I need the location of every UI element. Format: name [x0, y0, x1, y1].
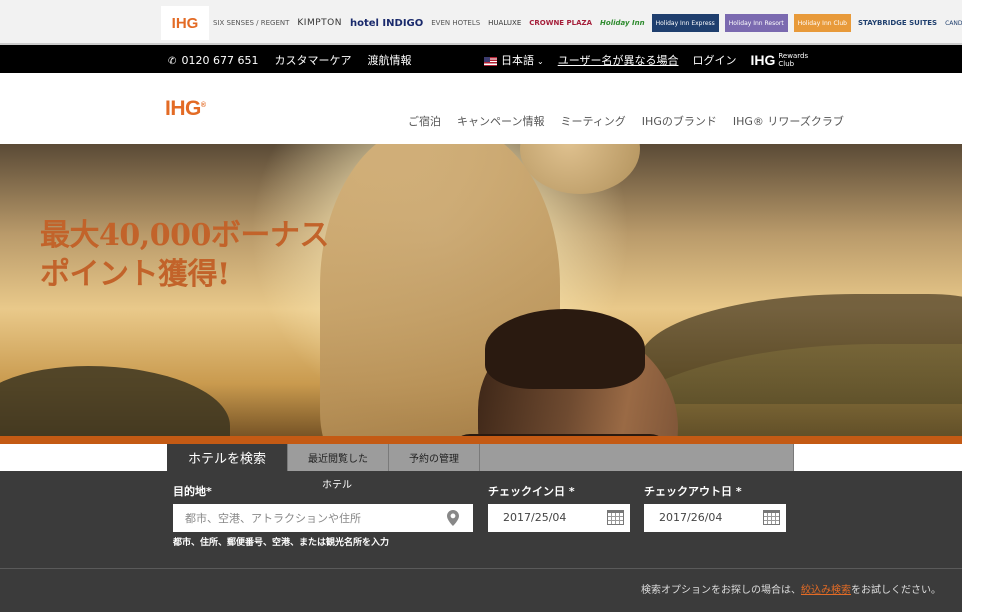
checkout-date-value: 2017/26/04 [659, 511, 723, 524]
nav-stay[interactable]: ご宿泊 [408, 113, 441, 129]
brand-logo-hotel-indigo[interactable]: hotel INDIGO [346, 6, 427, 40]
brand-logo-hualuxe[interactable]: HUALUXE [484, 6, 525, 40]
customer-care-link[interactable]: カスタマーケア [274, 52, 351, 68]
us-flag-icon [484, 56, 497, 66]
brand-logo-even-hotels[interactable]: EVEN HOTELS [427, 6, 484, 40]
nav-brands[interactable]: IHGのブランド [642, 113, 717, 129]
language-label: 日本語 [501, 54, 534, 67]
panel-divider [0, 568, 962, 569]
rewards-ihg-text: IHG [750, 52, 776, 68]
nav-campaigns[interactable]: キャンペーン情報 [457, 113, 544, 129]
language-selector[interactable]: 日本語 ⌄ [484, 52, 544, 68]
brand-logo-holiday-inn-express[interactable]: Holiday Inn Express [651, 14, 719, 32]
tab-spacer [480, 444, 794, 471]
destination-hint: 都市、住所、郵便番号、空港、または観光名所を入力 [173, 538, 390, 548]
checkin-label: チェックイン日 * [488, 485, 575, 498]
tab-hotel-search[interactable]: ホテルを検索 [167, 444, 288, 471]
phone-icon: ✆ [168, 55, 177, 67]
rewards-sub-text: Rewards Club [778, 52, 809, 68]
login-link[interactable]: ログイン [692, 52, 736, 68]
hero-headline-line1: 最大40,000ボーナス [40, 218, 329, 253]
tab-manage-reservation[interactable]: 予約の管理 [389, 444, 480, 471]
brand-logo-staybridge-suites[interactable]: STAYBRIDGE SUITES [854, 6, 941, 40]
advanced-search-link[interactable]: 絞込み検索 [801, 585, 851, 596]
brand-logo-holiday-inn-resort[interactable]: Holiday Inn Resort [724, 14, 788, 32]
main-nav: ご宿泊 キャンペーン情報 ミーティング IHGのブランド IHG® リワーズクラ… [408, 113, 844, 129]
brand-logo-holiday-inn-club[interactable]: Holiday Inn Club [793, 14, 851, 32]
advanced-search-hint: 検索オプションをお探しの場合は、絞込み検索をお試しください。 [641, 585, 941, 596]
page-gutter [962, 0, 984, 612]
checkin-date-field[interactable]: 2017/25/04 [488, 504, 630, 532]
brand-logo-six-senses-regent[interactable]: SIX SENSES / REGENT [209, 6, 293, 40]
phone-link[interactable]: ✆ 0120 677 651 [168, 54, 258, 67]
search-tabs: ホテルを検索 最近閲覧した 予約の管理 [167, 444, 794, 471]
brand-logo-crowne-plaza[interactable]: CROWNE PLAZA [525, 6, 596, 40]
calendar-icon[interactable] [763, 510, 780, 525]
hero-banner[interactable]: 最大40,000ボーナス ポイント獲得! [0, 144, 962, 444]
username-different-link[interactable]: ユーザー名が異なる場合 [558, 52, 679, 68]
calendar-icon[interactable] [607, 510, 624, 525]
hero-headline-line2: ポイント獲得! [40, 257, 230, 292]
checkin-date-value: 2017/25/04 [503, 511, 567, 524]
hero-orange-base [0, 436, 962, 444]
chevron-down-icon: ⌄ [537, 57, 544, 66]
travel-info-link[interactable]: 渡航情報 [367, 52, 411, 68]
utility-bar: ✆ 0120 677 651 カスタマーケア 渡航情報 日本語 ⌄ ユーザー名が異… [0, 45, 962, 73]
brand-logo-kimpton[interactable]: KIMPTON [293, 6, 346, 40]
search-panel: ホテル 目的地* 都市、住所、郵便番号、空港、または観光名所を入力 チェックイン… [0, 471, 962, 612]
rewards-club-logo[interactable]: IHG Rewards Club [750, 52, 808, 68]
brand-row: IHG SIX SENSES / REGENT KIMPTON hotel INDIG… [161, 6, 984, 40]
phone-number: 0120 677 651 [181, 53, 259, 67]
nav-rewards-club[interactable]: IHG® リワーズクラブ [733, 113, 844, 129]
tab-recently-viewed[interactable]: 最近閲覧した [288, 444, 389, 471]
brand-logo-holiday-inn[interactable]: Holiday Inn [596, 6, 649, 40]
checkout-date-field[interactable]: 2017/26/04 [644, 504, 786, 532]
tab-recently-viewed-sub[interactable]: ホテル [322, 476, 352, 491]
brand-logo-ihg[interactable]: IHG [161, 6, 209, 40]
destination-input[interactable] [173, 504, 473, 532]
destination-label: 目的地* [173, 485, 212, 498]
nav-meetings[interactable]: ミーティング [560, 113, 625, 129]
map-pin-icon[interactable] [447, 510, 459, 526]
checkout-label: チェックアウト日 * [644, 485, 742, 498]
ihg-logo[interactable]: IHG® [165, 97, 206, 121]
hero-man-hair [485, 309, 645, 389]
hero-headline: 最大40,000ボーナス ポイント獲得! [40, 216, 329, 294]
brand-strip: IHG SIX SENSES / REGENT KIMPTON hotel INDIG… [0, 0, 984, 45]
hero-hill-left [0, 366, 230, 444]
site-header: IHG® ご宿泊 キャンペーン情報 ミーティング IHGのブランド IHG® リ… [0, 73, 962, 144]
